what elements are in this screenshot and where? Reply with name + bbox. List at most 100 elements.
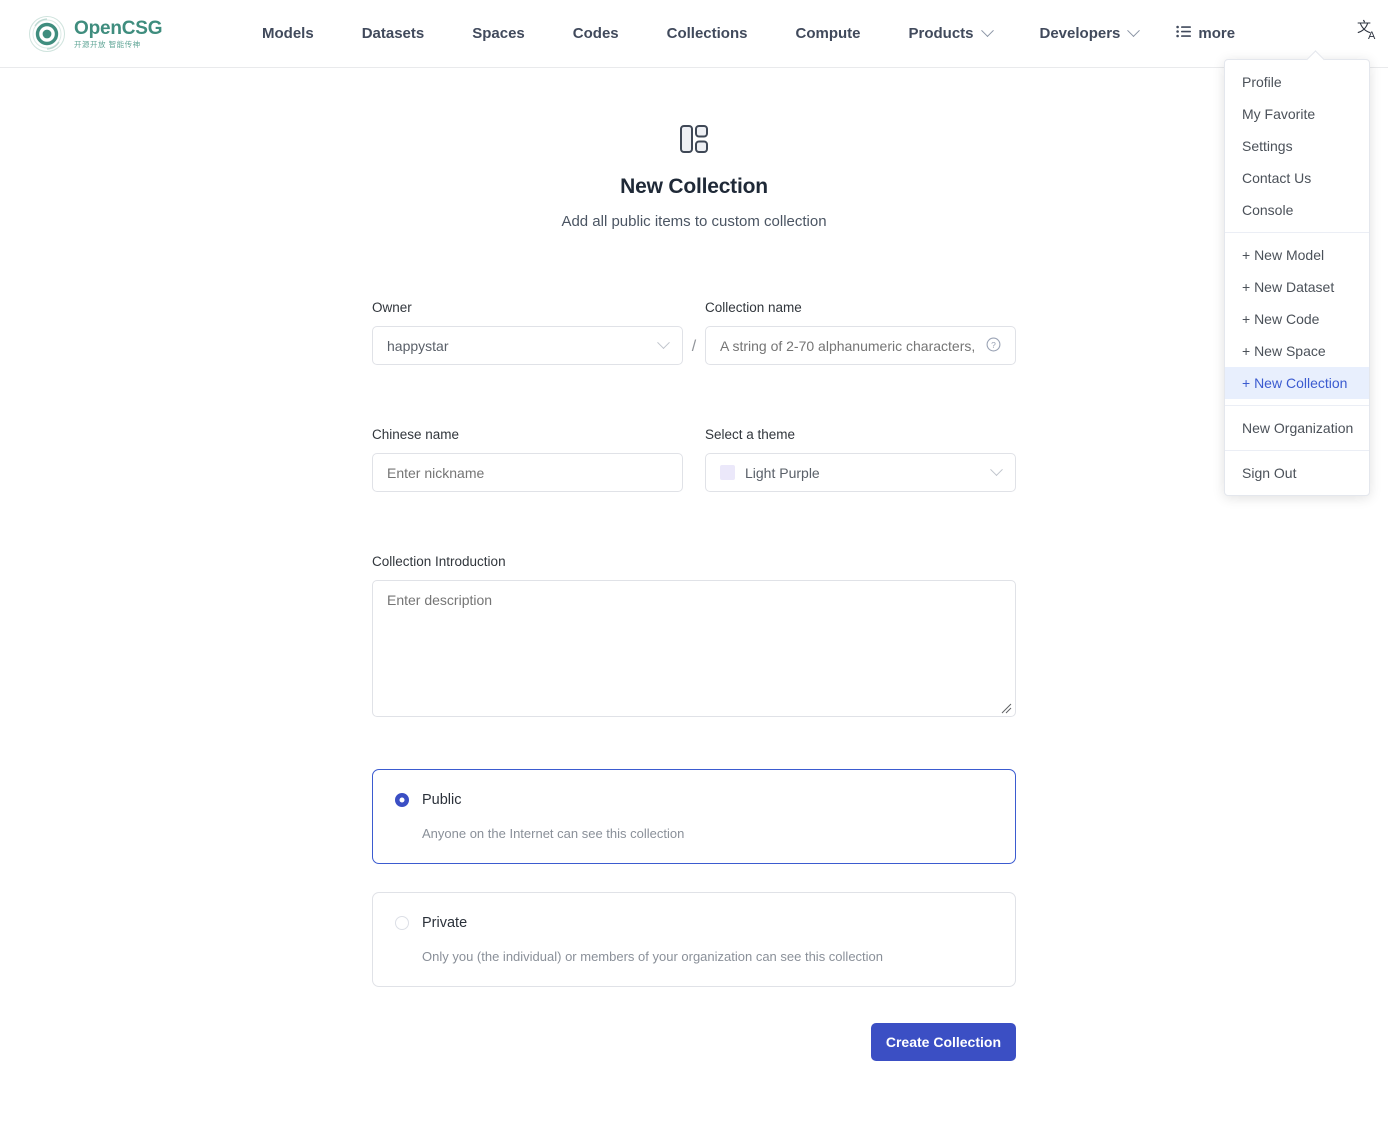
more-label: more [1198,25,1235,42]
user-dropdown-menu: Profile My Favorite Settings Contact Us … [1224,59,1370,496]
nav-item-datasets[interactable]: Datasets [338,17,449,50]
top-navigation-bar: OpenCSG 开源开放 智能传神 Models Datasets Spaces… [0,0,1388,68]
menu-item-settings[interactable]: Settings [1225,130,1369,162]
menu-item-new-organization[interactable]: New Organization [1225,412,1369,444]
collection-name-input[interactable] [720,338,980,354]
menu-item-label: Profile [1242,74,1282,90]
menu-item-label: Sign Out [1242,465,1296,481]
theme-field: Select a theme Light Purple [705,427,1016,492]
opencsg-logo-icon [28,15,66,53]
introduction-textarea-wrap[interactable] [372,580,1016,717]
menu-item-label: + New Model [1242,247,1324,263]
svg-text:?: ? [991,339,996,349]
owner-name-separator: / [683,338,705,365]
visibility-public-description: Anyone on the Internet can see this coll… [422,826,991,841]
menu-item-label: My Favorite [1242,106,1315,122]
menu-item-label: Settings [1242,138,1293,154]
introduction-textarea[interactable] [387,592,1001,705]
visibility-option-public[interactable]: Public Anyone on the Internet can see th… [372,769,1016,864]
more-menu-button[interactable]: more [1162,17,1249,50]
radio-private[interactable] [395,916,409,930]
owner-select[interactable]: happystar [372,326,683,365]
create-collection-button[interactable]: Create Collection [871,1023,1016,1061]
menu-item-new-dataset[interactable]: + New Dataset [1225,271,1369,303]
question-circle-icon[interactable]: ? [986,337,1001,355]
nav-item-collections[interactable]: Collections [643,17,772,50]
owner-label: Owner [372,300,683,315]
collection-name-input-wrap[interactable]: ? [705,326,1016,365]
menu-item-label: New Organization [1242,420,1353,436]
menu-item-label: + New Dataset [1242,279,1334,295]
menu-item-new-code[interactable]: + New Code [1225,303,1369,335]
nav-item-codes[interactable]: Codes [549,17,643,50]
nav-item-developers[interactable]: Developers [1016,17,1163,50]
theme-select[interactable]: Light Purple [705,453,1016,492]
language-switcher-button[interactable]: 文 A [1349,13,1388,54]
nav-item-compute[interactable]: Compute [771,17,884,50]
nav-item-products[interactable]: Products [884,17,1015,50]
owner-field: Owner happystar [372,300,683,365]
menu-item-label: Console [1242,202,1293,218]
menu-item-new-collection[interactable]: + New Collection [1225,367,1369,399]
nav-label: Compute [795,25,860,42]
menu-item-label: + New Collection [1242,375,1347,391]
visibility-option-private[interactable]: Private Only you (the individual) or mem… [372,892,1016,987]
chinese-name-input-wrap[interactable] [372,453,683,492]
menu-divider [1225,450,1369,451]
theme-color-swatch [720,465,735,480]
menu-item-label: Contact Us [1242,170,1311,186]
menu-item-profile[interactable]: Profile [1225,66,1369,98]
visibility-private-title: Private [422,915,467,931]
menu-item-contact-us[interactable]: Contact Us [1225,162,1369,194]
svg-text:A: A [1368,30,1376,42]
brand-subtitle: 开源开放 智能传神 [74,41,162,49]
form-actions: Create Collection [372,1023,1016,1061]
chevron-down-icon [1128,24,1141,37]
menu-item-console[interactable]: Console [1225,194,1369,226]
menu-divider [1225,405,1369,406]
chevron-down-icon [990,463,1003,476]
nav-label: Codes [573,25,619,42]
nav-label: Spaces [472,25,525,42]
new-collection-form: Owner happystar / Collection name ? [372,300,1016,1061]
radio-public[interactable] [395,793,409,807]
brand-logo[interactable]: OpenCSG 开源开放 智能传神 [28,15,218,53]
resize-handle-icon[interactable] [1000,701,1012,713]
menu-item-my-favorite[interactable]: My Favorite [1225,98,1369,130]
menu-item-new-model[interactable]: + New Model [1225,239,1369,271]
collection-name-label: Collection name [705,300,1016,315]
nav-item-models[interactable]: Models [238,17,338,50]
nav-label: Datasets [362,25,425,42]
introduction-field: Collection Introduction [372,554,1016,717]
menu-item-label: + New Code [1242,311,1319,327]
form-row-chinese-theme: Chinese name Select a theme Light Purple [372,427,1016,492]
brand-name: OpenCSG [74,19,162,38]
primary-nav-links: Models Datasets Spaces Codes Collections… [238,17,1162,50]
nav-label: Collections [667,25,748,42]
translate-icon: 文 A [1357,19,1383,48]
chinese-name-input[interactable] [387,465,668,481]
collection-layout-icon [675,120,713,163]
theme-label: Select a theme [705,427,1016,442]
row-spacer [683,483,705,492]
visibility-public-title: Public [422,792,462,808]
nav-right-cluster: more 文 A [1162,12,1388,56]
collection-name-field: Collection name ? [705,300,1016,365]
chinese-name-label: Chinese name [372,427,683,442]
nav-label: Developers [1040,25,1121,42]
menu-item-label: + New Space [1242,343,1326,359]
chevron-down-icon [981,24,994,37]
page-subtitle: Add all public items to custom collectio… [561,213,826,230]
owner-value: happystar [387,338,653,354]
menu-divider [1225,232,1369,233]
visibility-private-description: Only you (the individual) or members of … [422,949,991,964]
nav-item-spaces[interactable]: Spaces [448,17,549,50]
menu-item-sign-out[interactable]: Sign Out [1225,457,1369,489]
menu-item-new-space[interactable]: + New Space [1225,335,1369,367]
nav-label: Products [908,25,973,42]
introduction-label: Collection Introduction [372,554,1016,569]
nav-label: Models [262,25,314,42]
page-title: New Collection [620,175,768,199]
page-content: New Collection Add all public items to c… [0,68,1388,1061]
form-row-owner-name: Owner happystar / Collection name ? [372,300,1016,365]
